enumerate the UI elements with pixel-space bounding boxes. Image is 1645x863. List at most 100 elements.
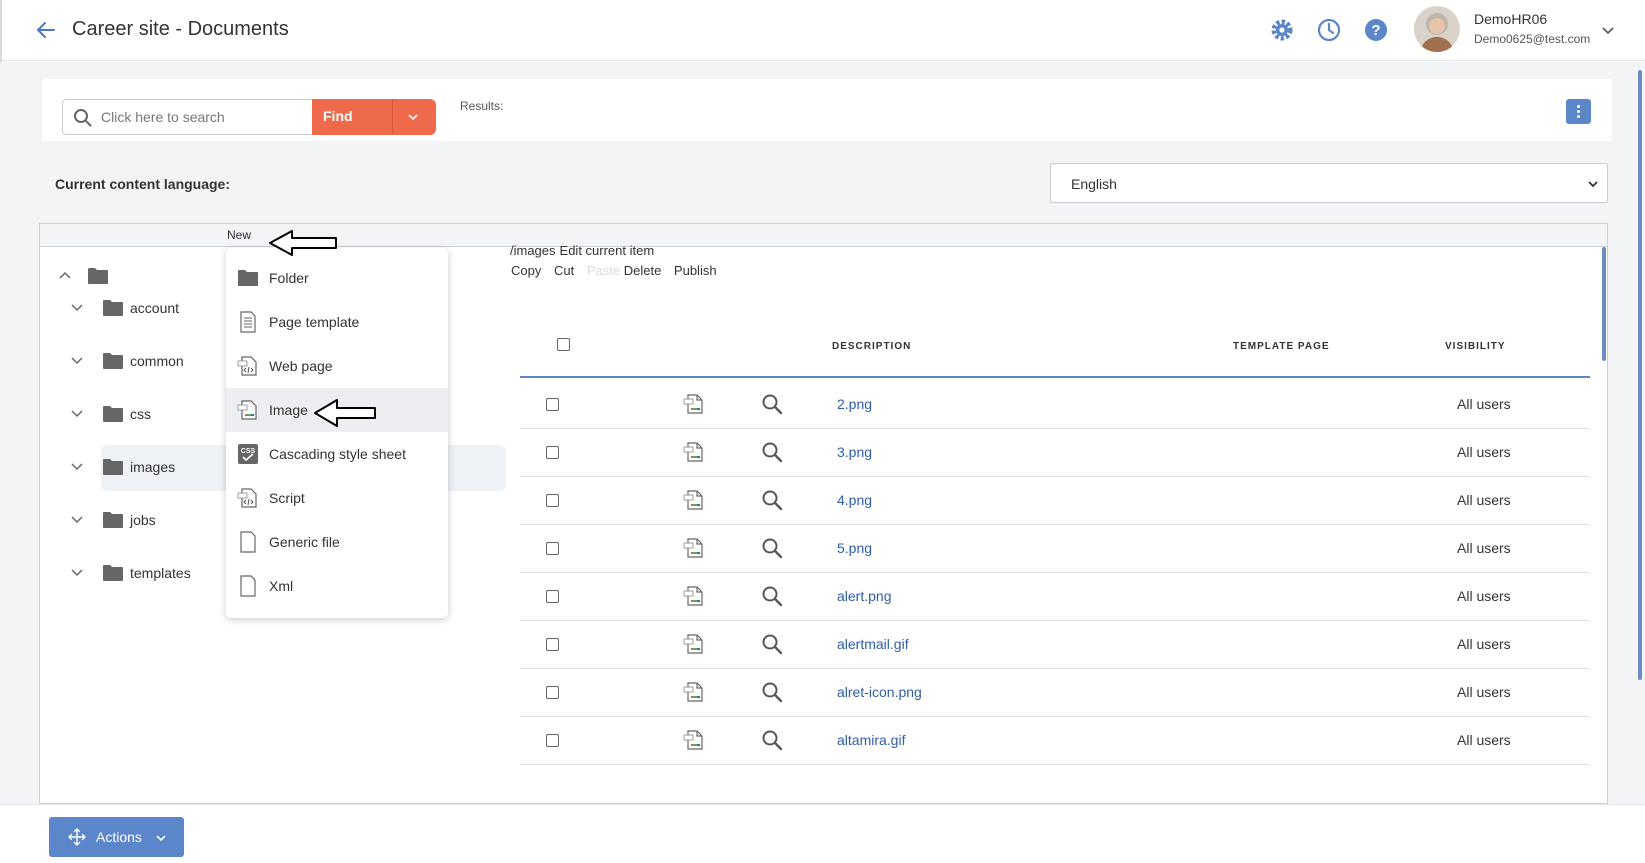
svg-text:?: ? [1371, 22, 1380, 39]
menu-item-script[interactable]: Script [226, 476, 448, 520]
row-description-link[interactable]: 4.png [837, 492, 872, 508]
tree-item-label: templates [130, 565, 191, 581]
chevron-down-icon[interactable] [70, 512, 84, 526]
image-file-icon[interactable] [683, 633, 705, 655]
image-file-icon[interactable] [683, 441, 705, 463]
magnifier-icon[interactable] [761, 585, 783, 607]
avatar[interactable] [1414, 6, 1460, 52]
row-checkbox[interactable] [546, 590, 559, 603]
language-label: Current content language: [55, 176, 231, 192]
column-header-template-page[interactable]: TEMPLATE PAGE [1233, 341, 1330, 352]
row-checkbox[interactable] [546, 734, 559, 747]
more-options-button[interactable] [1566, 99, 1591, 124]
row-description-link[interactable]: 2.png [837, 396, 872, 412]
magnifier-icon[interactable] [761, 393, 783, 415]
find-button[interactable]: Find [312, 99, 392, 135]
chevron-down-icon[interactable] [70, 459, 84, 473]
select-all-checkbox[interactable] [557, 338, 570, 351]
results-label: Results: [460, 99, 504, 113]
row-description-link[interactable]: alret-icon.png [837, 684, 922, 700]
row-checkbox[interactable] [546, 686, 559, 699]
paste-action: Paste [586, 263, 621, 278]
menu-item-generic-file[interactable]: Generic file [226, 520, 448, 564]
row-checkbox[interactable] [546, 542, 559, 555]
magnifier-icon[interactable] [761, 633, 783, 655]
svg-text:CSS: CSS [241, 448, 256, 455]
table-row: alert.png All users [520, 573, 1590, 621]
image-file-icon[interactable] [683, 393, 705, 415]
page-scrollbar[interactable] [1636, 62, 1644, 802]
chevron-down-icon[interactable] [70, 565, 84, 579]
row-checkbox[interactable] [546, 638, 559, 651]
page-title: Career site - Documents [72, 18, 289, 40]
row-checkbox[interactable] [546, 446, 559, 459]
chevron-down-icon[interactable] [70, 406, 84, 420]
menu-item-page-template[interactable]: Page template [226, 300, 448, 344]
row-checkbox[interactable] [546, 398, 559, 411]
language-select[interactable]: English [1050, 163, 1608, 203]
table-scrollbar[interactable] [1602, 247, 1606, 803]
folder-icon [103, 565, 123, 581]
delete-action[interactable]: Delete [624, 263, 662, 278]
clock-icon[interactable] [1315, 16, 1343, 44]
row-description-link[interactable]: alertmail.gif [837, 636, 909, 652]
actions-button[interactable]: Actions [49, 817, 184, 857]
copy-action[interactable]: Copy [511, 263, 541, 278]
row-visibility: All users [1457, 588, 1511, 604]
image-file-icon[interactable] [683, 537, 705, 559]
row-description-link[interactable]: 3.png [837, 444, 872, 460]
image-file-icon[interactable] [683, 489, 705, 511]
table-row: alertmail.gif All users [520, 621, 1590, 669]
chevron-down-icon[interactable] [1600, 22, 1616, 38]
magnifier-icon[interactable] [761, 537, 783, 559]
tree-item-label: css [130, 406, 151, 422]
pointer-arrow-icon [314, 399, 376, 427]
chevron-down-icon[interactable] [70, 353, 84, 367]
publish-action[interactable]: Publish [674, 263, 717, 278]
gear-icon[interactable] [1268, 16, 1296, 44]
tree-item-label: account [130, 300, 180, 316]
row-visibility: All users [1457, 684, 1511, 700]
tree-item-label: jobs [130, 512, 156, 528]
row-description-link[interactable]: alert.png [837, 588, 891, 604]
column-header-description[interactable]: DESCRIPTION [832, 341, 911, 352]
magnifier-icon[interactable] [761, 729, 783, 751]
edit-current-item-link[interactable]: Edit current item [560, 243, 655, 258]
cut-action[interactable]: Cut [554, 263, 574, 278]
back-arrow-icon[interactable] [34, 18, 58, 42]
folder-icon [103, 512, 123, 528]
row-visibility: All users [1457, 732, 1511, 748]
help-icon[interactable]: ? [1362, 16, 1390, 44]
table-scrollbar-thumb[interactable] [1602, 247, 1606, 361]
find-dropdown-button[interactable] [392, 99, 436, 135]
table-header: DESCRIPTION TEMPLATE PAGE VISIBILITY [520, 324, 1590, 378]
menu-item-xml[interactable]: Xml [226, 564, 448, 608]
app-header: Career site - Documents ? DemoHR06 Demo0… [0, 0, 1645, 61]
chevron-up-icon[interactable] [58, 269, 72, 283]
row-description-link[interactable]: altamira.gif [837, 732, 905, 748]
magnifier-icon[interactable] [761, 441, 783, 463]
image-file-icon[interactable] [683, 681, 705, 703]
table-row: altamira.gif All users [520, 717, 1590, 765]
page-scrollbar-thumb[interactable] [1638, 70, 1642, 680]
xml-file-icon [240, 575, 256, 597]
menu-item-label: Xml [269, 578, 294, 594]
table-row: alret-icon.png All users [520, 669, 1590, 717]
menu-item-web-page[interactable]: Web page [226, 344, 448, 388]
menu-item-label: Generic file [269, 534, 340, 550]
row-visibility: All users [1457, 540, 1511, 556]
menu-item-label: Cascading style sheet [269, 446, 406, 462]
magnifier-icon[interactable] [761, 489, 783, 511]
column-header-visibility[interactable]: VISIBILITY [1445, 341, 1506, 352]
row-checkbox[interactable] [546, 494, 559, 507]
menu-item-cascading-style-sheet[interactable]: CSS Cascading style sheet [226, 432, 448, 476]
row-description-link[interactable]: 5.png [837, 540, 872, 556]
generic-file-icon [240, 531, 256, 553]
new-menu-button[interactable]: New [227, 228, 251, 242]
chevron-down-icon[interactable] [70, 300, 84, 314]
search-input[interactable] [101, 100, 306, 134]
magnifier-icon[interactable] [761, 681, 783, 703]
image-file-icon[interactable] [683, 729, 705, 751]
image-file-icon[interactable] [683, 585, 705, 607]
menu-item-folder[interactable]: Folder [226, 256, 448, 300]
